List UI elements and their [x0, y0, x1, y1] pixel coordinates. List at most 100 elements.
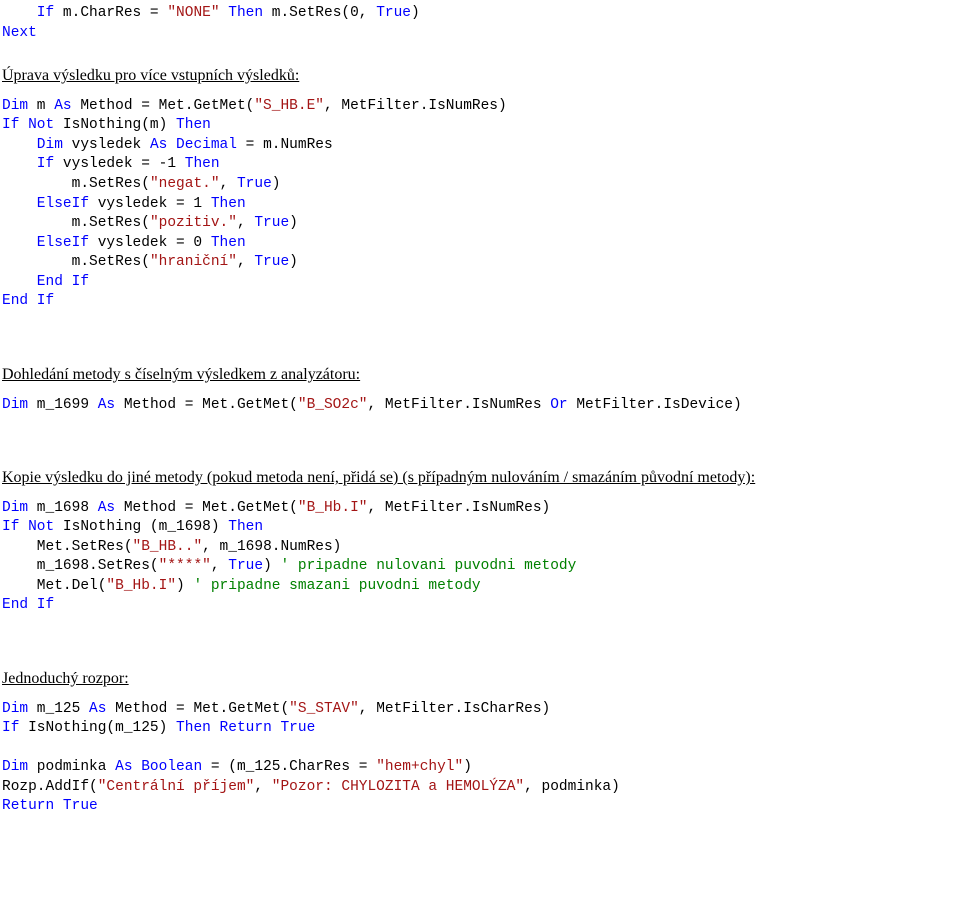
- code-text: m.SetRes(: [2, 254, 150, 270]
- code-text: Met.SetRes(: [2, 539, 133, 555]
- kw: As: [150, 137, 167, 153]
- kw: As: [115, 759, 132, 775]
- kw: If: [2, 5, 54, 21]
- code-text: IsNothing(m_125): [19, 720, 176, 736]
- str: "pozitiv.": [150, 215, 237, 231]
- code-text: m_1698.SetRes(: [2, 558, 159, 574]
- code-text: Rozp.AddIf(: [2, 779, 98, 795]
- code-text: MetFilter.IsDevice): [568, 397, 742, 413]
- str: "S_STAV": [289, 701, 359, 717]
- kw: Decimal: [167, 137, 237, 153]
- code-text: ): [272, 176, 281, 192]
- str: "Pozor: CHYLOZITA a HEMOLÝZA": [272, 779, 524, 795]
- section-heading-1: Úprava výsledku pro více vstupních výsle…: [2, 65, 958, 87]
- code-text: , m_1698.NumRes): [202, 539, 341, 555]
- code-text: m.SetRes(: [2, 176, 150, 192]
- kw: True: [254, 215, 289, 231]
- section-heading-3: Kopie výsledku do jiné metody (pokud met…: [2, 467, 958, 489]
- kw: Then: [176, 117, 211, 133]
- code-text: m: [28, 98, 54, 114]
- kw: Then: [211, 196, 246, 212]
- code-text: Method = Met.GetMet(: [72, 98, 255, 114]
- code-text: m.SetRes(0,: [263, 5, 376, 21]
- code-text: m.SetRes(: [2, 215, 150, 231]
- code-text: ,: [211, 558, 228, 574]
- kw: True: [272, 720, 316, 736]
- kw: As: [98, 397, 115, 413]
- kw: ElseIf: [2, 196, 89, 212]
- kw: If: [2, 117, 19, 133]
- kw: True: [376, 5, 411, 21]
- code-text: = m.NumRes: [237, 137, 333, 153]
- kw: Then: [176, 720, 211, 736]
- kw: Not: [19, 519, 54, 535]
- kw: Dim: [2, 701, 28, 717]
- kw: Then: [220, 5, 264, 21]
- kw: If: [2, 720, 19, 736]
- code-text: m_125: [28, 701, 89, 717]
- code-block-2: Dim m As Method = Met.GetMet("S_HB.E", M…: [2, 97, 958, 312]
- code-text: Method = Met.GetMet(: [115, 500, 298, 516]
- code-block-4: Dim m_1698 As Method = Met.GetMet("B_Hb.…: [2, 499, 958, 616]
- kw: As: [89, 701, 106, 717]
- section-heading-2: Dohledání metody s číselným výsledkem z …: [2, 364, 958, 386]
- kw: If: [2, 519, 19, 535]
- code-text: vysledek = 0: [89, 235, 211, 251]
- kw: As: [98, 500, 115, 516]
- code-block-3: Dim m_1699 As Method = Met.GetMet("B_SO2…: [2, 396, 958, 416]
- code-text: podminka: [28, 759, 115, 775]
- code-text: ,: [237, 254, 254, 270]
- code-text: m.CharRes =: [54, 5, 167, 21]
- kw: Dim: [2, 500, 28, 516]
- kw: Next: [2, 25, 37, 41]
- comment: ' pripadne smazani puvodni metody: [193, 578, 480, 594]
- code-text: IsNothing (m_1698): [54, 519, 228, 535]
- comment: ' pripadne nulovani puvodni metody: [280, 558, 576, 574]
- code-text: ,: [254, 779, 271, 795]
- code-text: m_1698: [28, 500, 98, 516]
- code-text: Method = Met.GetMet(: [106, 701, 289, 717]
- kw: If: [2, 156, 54, 172]
- code-text: ): [463, 759, 472, 775]
- kw: Or: [550, 397, 567, 413]
- code-text: ,: [237, 215, 254, 231]
- code-text: , MetFilter.IsNumRes): [368, 500, 551, 516]
- kw: Dim: [2, 397, 28, 413]
- code-text: ): [411, 5, 420, 21]
- kw: Boolean: [133, 759, 203, 775]
- kw: Return: [211, 720, 272, 736]
- str: "****": [159, 558, 211, 574]
- kw: End If: [2, 274, 89, 290]
- kw: Dim: [2, 98, 28, 114]
- kw: Dim: [2, 137, 63, 153]
- code-text: ): [289, 215, 298, 231]
- code-block-1: If m.CharRes = "NONE" Then m.SetRes(0, T…: [2, 4, 958, 43]
- str: "B_SO2c": [298, 397, 368, 413]
- code-text: ): [263, 558, 280, 574]
- kw: True: [237, 176, 272, 192]
- kw: Then: [185, 156, 220, 172]
- kw: Not: [19, 117, 54, 133]
- str: "Centrální příjem": [98, 779, 255, 795]
- kw: Return: [2, 798, 54, 814]
- code-text: , MetFilter.IsNumRes: [368, 397, 551, 413]
- code-text: IsNothing(m): [54, 117, 176, 133]
- str: "B_Hb.I": [106, 578, 176, 594]
- kw: Then: [211, 235, 246, 251]
- code-text: vysledek = 1: [89, 196, 211, 212]
- code-text: ,: [220, 176, 237, 192]
- kw: ElseIf: [2, 235, 89, 251]
- kw: True: [254, 254, 289, 270]
- str: "hem+chyl": [376, 759, 463, 775]
- code-text: , podminka): [524, 779, 620, 795]
- code-text: , MetFilter.IsCharRes): [359, 701, 550, 717]
- code-text: Method = Met.GetMet(: [115, 397, 298, 413]
- code-text: Met.Del(: [2, 578, 106, 594]
- str: "S_HB.E": [254, 98, 324, 114]
- str: "B_Hb.I": [298, 500, 368, 516]
- code-text: m_1699: [28, 397, 98, 413]
- kw: End If: [2, 597, 54, 613]
- str: "B_HB..": [133, 539, 203, 555]
- kw: End If: [2, 293, 54, 309]
- code-text: vysledek: [63, 137, 150, 153]
